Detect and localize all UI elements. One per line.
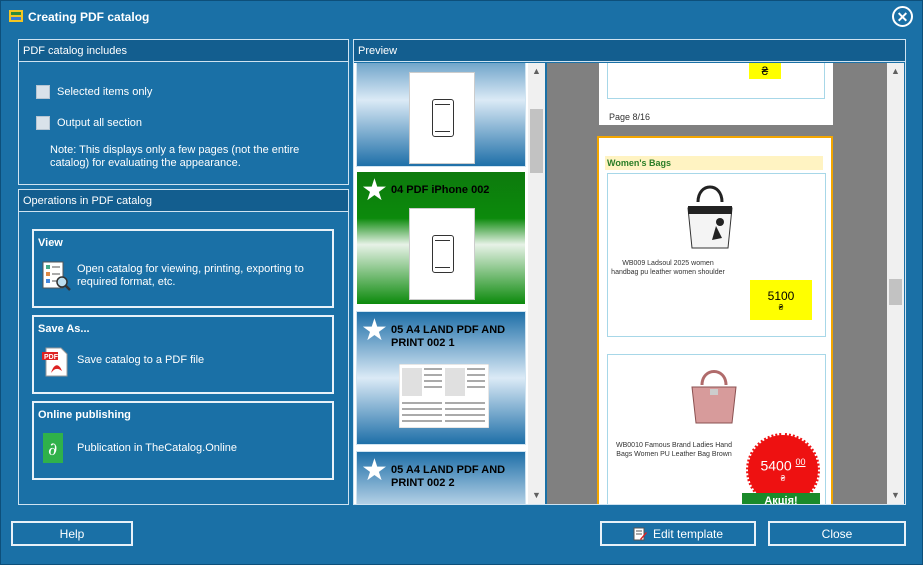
save-as-title: Save As... <box>38 323 90 335</box>
scroll-down-icon[interactable]: ▼ <box>528 487 545 504</box>
close-window-icon[interactable]: ✕ <box>892 6 913 27</box>
scroll-down-icon[interactable]: ▼ <box>887 487 904 504</box>
svg-text:PDF: PDF <box>44 354 59 361</box>
catalog-view-icon <box>42 261 71 291</box>
page-number: Page 8/16 <box>609 112 651 122</box>
scrollbar-thumb[interactable] <box>889 279 902 305</box>
selected-only-option[interactable]: Selected items only <box>36 85 152 99</box>
handbag-white-image <box>687 185 733 249</box>
product-card: WB0010 Famous Brand Ladies Hand Bags Wom… <box>607 354 826 504</box>
template-label: 05 A4 LAND PDF AND PRINT 002 1 <box>391 324 506 349</box>
pdf-page-previous: ₴ Page 8/16 <box>599 63 833 125</box>
template-item-selected[interactable]: ★ 04 PDF iPhone 002 <box>356 171 526 305</box>
title-bar: Creating PDF catalog ✕ <box>1 1 922 33</box>
template-label: 05 A4 LAND PDF AND PRINT 002 2 <box>391 464 506 489</box>
svg-text:∂: ∂ <box>48 439 57 460</box>
window-title: Creating PDF catalog <box>28 10 150 24</box>
template-label: 04 PDF iPhone 002 <box>391 184 490 196</box>
template-preview-page <box>409 208 475 300</box>
phone-icon <box>432 99 454 137</box>
product-description: WB009 Ladsoul 2025 women handbag pu leat… <box>611 260 725 276</box>
template-item[interactable]: ★ 05 A4 LAND PDF AND PRINT 002 2 <box>356 451 526 504</box>
product-card: WB009 Ladsoul 2025 women handbag pu leat… <box>607 173 826 337</box>
close-button-label: Close <box>821 526 853 541</box>
star-icon: ★ <box>361 454 388 487</box>
handbag-pink-image <box>691 370 737 424</box>
landscape-page-icon <box>399 364 489 428</box>
selected-only-checkbox[interactable] <box>36 85 50 99</box>
thecatalog-online-icon: ∂ <box>43 433 63 463</box>
pdf-catalog-dialog: Creating PDF catalog ✕ PDF catalog inclu… <box>0 0 923 565</box>
online-publishing-description: Publication in TheCatalog.Online <box>77 442 238 454</box>
selected-only-label: Selected items only <box>57 86 153 98</box>
preview-scrollbar[interactable]: ▲ ▼ <box>887 63 904 504</box>
view-operation[interactable]: View Open catalog for viewing, printing,… <box>32 229 334 308</box>
edit-template-button[interactable]: Edit template <box>600 521 756 546</box>
output-all-option[interactable]: Output all section <box>36 116 142 130</box>
scroll-up-icon[interactable]: ▲ <box>887 63 904 80</box>
online-publishing-operation[interactable]: Online publishing ∂ Publication in TheCa… <box>32 401 334 480</box>
output-all-checkbox[interactable] <box>36 116 50 130</box>
help-button[interactable]: Help <box>11 521 133 546</box>
app-icon <box>9 10 23 22</box>
template-list: ★ 04 PDF iPhone 002 ★ 05 A4 LAND PDF AND… <box>354 63 528 504</box>
pdf-file-icon: PDF <box>42 347 68 377</box>
template-item[interactable] <box>356 63 526 167</box>
close-button[interactable]: Close <box>768 521 906 546</box>
star-icon: ★ <box>361 174 388 207</box>
save-as-description: Save catalog to a PDF file <box>77 354 205 366</box>
product-price: 5400 <box>760 457 792 474</box>
price-tag: ₴ <box>749 63 781 79</box>
edit-template-label: Edit template <box>652 526 724 541</box>
product-description: WB0010 Famous Brand Ladies Hand Bags Wom… <box>616 442 732 458</box>
operations-header: Operations in PDF catalog <box>19 190 348 212</box>
price-tag: 5100 ₴ <box>750 280 812 320</box>
currency-symbol: ₴ <box>778 302 784 312</box>
includes-panel: PDF catalog includes Selected items only… <box>18 39 349 185</box>
sale-label: Акція! <box>742 493 820 504</box>
template-item[interactable]: ★ 05 A4 LAND PDF AND PRINT 002 1 <box>356 311 526 445</box>
preview-panel: Preview ★ 04 PDF iPhone 002 ★ 05 A4 LAND… <box>353 39 906 505</box>
preview-note: Note: This displays only a few pages (no… <box>50 144 300 169</box>
pdf-preview: ₴ Page 8/16 Women's Bags WB009 Ladsoul 2… <box>547 63 887 504</box>
product-price: 5100 <box>767 288 795 303</box>
template-list-scrollbar[interactable]: ▲ ▼ <box>528 63 545 504</box>
scrollbar-thumb[interactable] <box>530 109 543 173</box>
pdf-page-current: Women's Bags WB009 Ladsoul 2025 women ha… <box>597 136 833 504</box>
view-description: Open catalog for viewing, printing, expo… <box>77 263 304 288</box>
save-as-operation[interactable]: Save As... PDF Save catalog to a PDF fil… <box>32 315 334 394</box>
price-cents: 00 <box>795 457 806 468</box>
operations-panel: Operations in PDF catalog View Open cata… <box>18 189 349 505</box>
template-preview-page <box>409 72 475 164</box>
help-button-label: Help <box>59 526 85 541</box>
view-title: View <box>38 237 63 249</box>
output-all-label: Output all section <box>57 117 142 129</box>
section-title: Women's Bags <box>607 158 671 168</box>
star-icon: ★ <box>361 314 388 347</box>
edit-template-icon <box>633 527 647 540</box>
includes-header: PDF catalog includes <box>19 40 348 62</box>
online-publishing-title: Online publishing <box>38 409 131 421</box>
phone-icon <box>432 235 454 273</box>
currency-symbol: ₴ <box>780 473 786 483</box>
scroll-up-icon[interactable]: ▲ <box>528 63 545 80</box>
preview-header: Preview <box>354 40 905 62</box>
